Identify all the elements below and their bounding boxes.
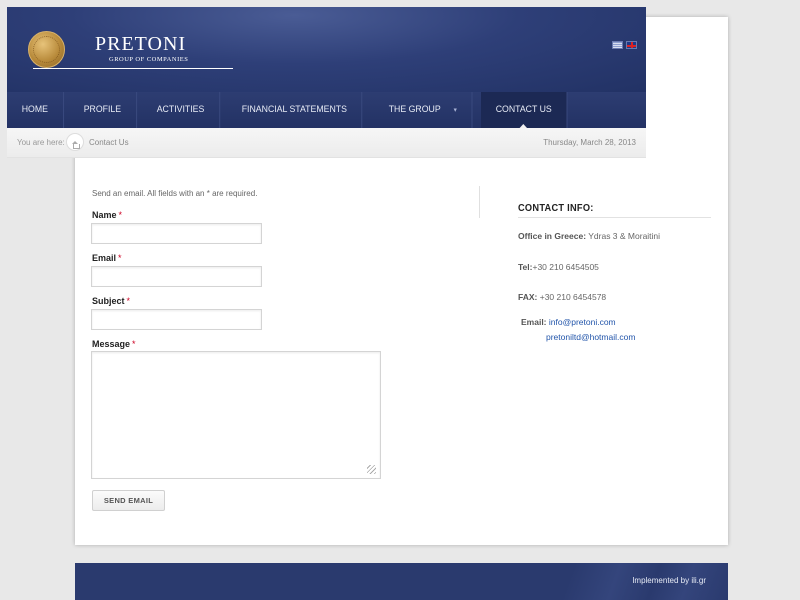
- message-label-text: Message: [92, 339, 131, 349]
- language-switcher: [612, 41, 637, 49]
- name-input[interactable]: [91, 223, 262, 244]
- required-mark: *: [126, 296, 131, 306]
- required-mark: *: [118, 210, 123, 220]
- nav-item-profile[interactable]: PROFILE: [69, 92, 137, 128]
- brand-name[interactable]: PRETONI: [95, 33, 186, 56]
- nav-label: HOME: [21, 104, 48, 115]
- office-value: Ydras 3 & Moraitini: [586, 231, 661, 241]
- main-nav: HOME PROFILE ACTIVITIES FINANCIAL STATEM…: [7, 92, 646, 128]
- nav-label: CONTACT US: [495, 104, 552, 115]
- nav-item-contact-us[interactable]: CONTACT US: [481, 92, 568, 128]
- message-label: Message *: [92, 339, 136, 349]
- name-label-text: Name: [92, 210, 117, 220]
- email-label-contact: Email:: [521, 317, 547, 327]
- fax-info: FAX: +30 210 6454578: [518, 292, 606, 302]
- column-divider: [479, 186, 480, 218]
- email-info: Email: info@pretoni.com: [521, 317, 616, 327]
- tel-value: +30 210 6454505: [532, 262, 599, 272]
- email-link-info[interactable]: info@pretoni.com: [549, 317, 616, 327]
- caret-down-icon: ▾: [453, 107, 458, 114]
- footer-credit[interactable]: Implemented by ili.gr: [632, 576, 706, 585]
- email-info-2: pretoniltd@hotmail.com: [546, 332, 635, 342]
- subject-input[interactable]: [91, 309, 262, 330]
- fax-label: FAX:: [518, 292, 538, 302]
- nav-label: ACTIVITIES: [156, 104, 205, 115]
- required-mark: *: [132, 339, 136, 349]
- office-info: Office in Greece: Ydras 3 & Moraitini: [518, 231, 660, 241]
- resize-handle-icon[interactable]: [367, 465, 376, 474]
- form-intro: Send an email. All fields with an * are …: [92, 189, 258, 198]
- site-footer: Implemented by ili.gr: [75, 563, 728, 600]
- email-label: Email *: [92, 253, 122, 263]
- nav-label: PROFILE: [83, 104, 121, 115]
- required-mark: *: [118, 253, 122, 263]
- site-header: PRETONI GROUP OF COMPANIES: [7, 7, 646, 92]
- home-icon[interactable]: [66, 133, 84, 151]
- email-link-hotmail[interactable]: pretoniltd@hotmail.com: [546, 332, 635, 342]
- office-label: Office in Greece:: [518, 231, 587, 241]
- contact-title-rule: [518, 217, 711, 218]
- nav-item-financial-statements[interactable]: FINANCIAL STATEMENTS: [227, 92, 363, 128]
- fax-value: +30 210 6454578: [537, 292, 607, 302]
- nav-item-the-group[interactable]: THE GROUP ▾: [374, 92, 473, 128]
- breadcrumb-current: Contact Us: [89, 138, 129, 147]
- tel-info: Tel:+30 210 6454505: [518, 262, 599, 272]
- contact-info-title: CONTACT INFO:: [518, 202, 594, 214]
- nav-label: FINANCIAL STATEMENTS: [241, 104, 347, 115]
- coin-logo-icon[interactable]: [28, 31, 65, 68]
- brand-underline: [33, 68, 233, 69]
- subject-label-text: Subject: [92, 296, 125, 306]
- subject-label: Subject *: [92, 296, 130, 306]
- tel-label: Tel:: [518, 262, 533, 272]
- email-input[interactable]: [91, 266, 262, 287]
- breadcrumb: You are here: Contact Us Thursday, March…: [7, 128, 646, 158]
- greek-flag-icon[interactable]: [612, 41, 623, 49]
- breadcrumb-label: You are here:: [17, 138, 65, 147]
- nav-label: THE GROUP: [388, 104, 441, 115]
- brand-subtitle: GROUP OF COMPANIES: [109, 56, 189, 63]
- nav-item-activities[interactable]: ACTIVITIES: [142, 92, 221, 128]
- send-email-button[interactable]: SEND EMAIL: [92, 490, 165, 511]
- uk-flag-icon[interactable]: [626, 41, 637, 49]
- current-date: Thursday, March 28, 2013: [543, 138, 636, 147]
- email-label-text: Email: [92, 253, 117, 263]
- nav-item-home[interactable]: HOME: [7, 92, 64, 128]
- name-label: Name *: [92, 210, 122, 220]
- message-textarea[interactable]: [91, 351, 381, 479]
